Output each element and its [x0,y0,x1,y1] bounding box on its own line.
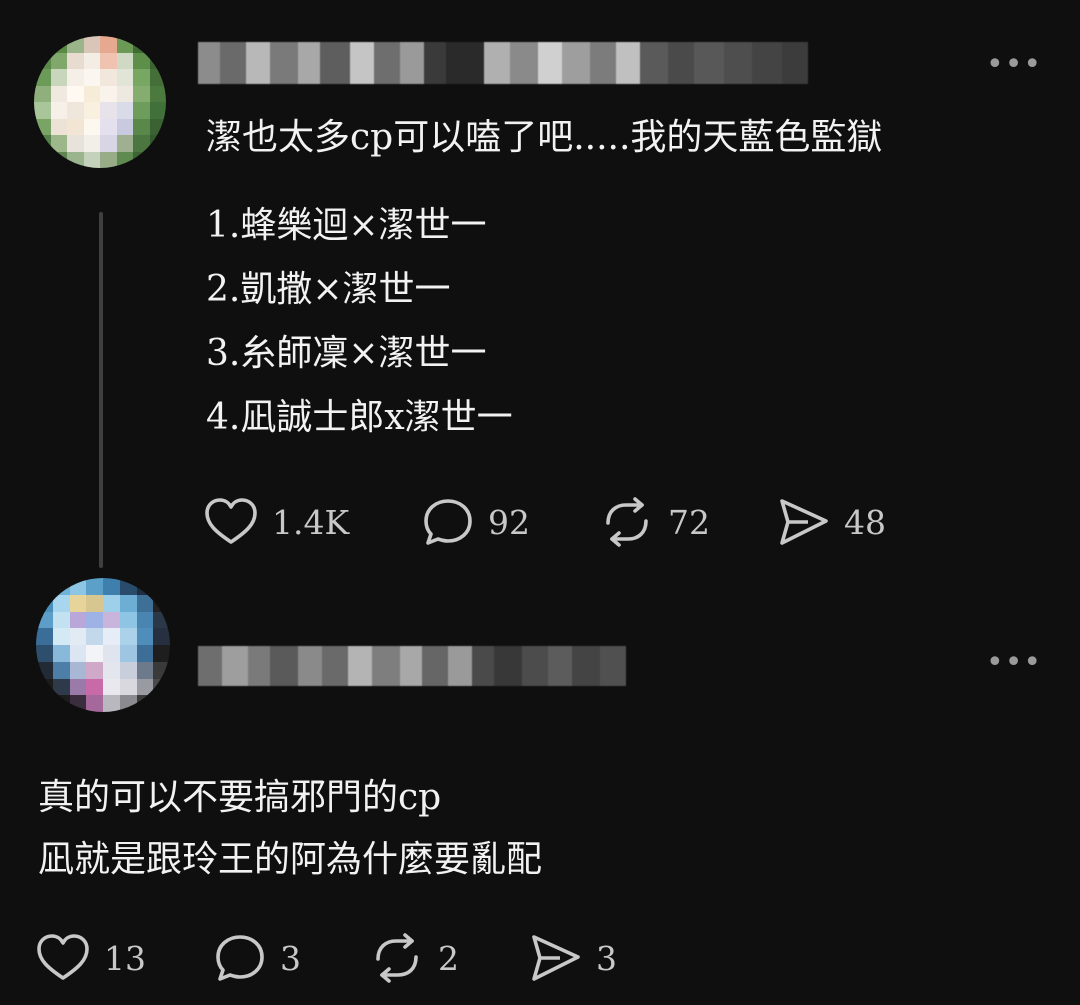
avatar[interactable] [34,36,166,168]
share-button[interactable]: 48 [778,497,918,547]
repost-icon [600,497,654,547]
post-line: 真的可以不要搞邪門的cp [38,777,442,818]
send-icon [530,933,582,983]
comment-icon [214,933,266,983]
username-blurred[interactable] [198,42,808,84]
post-line: 2.凱撒×潔世一 [206,269,451,310]
post-actions: 13 3 2 3 [36,932,650,984]
post-line: 凪就是跟玲王的阿為什麼要亂配 [38,839,543,880]
post-line: 1.蜂樂迴×潔世一 [206,205,487,246]
more-options-icon[interactable]: ••• [986,648,1042,678]
post-actions: 1.4K 92 72 48 [204,496,918,548]
comment-count: 3 [280,938,301,978]
repost-icon [370,933,424,983]
share-count: 3 [596,938,617,978]
heart-icon [204,497,258,547]
share-count: 48 [844,502,886,542]
repost-button[interactable]: 72 [600,497,778,547]
share-button[interactable]: 3 [530,933,650,983]
comment-button[interactable]: 3 [214,933,370,983]
more-options-icon[interactable]: ••• [986,50,1042,80]
like-button[interactable]: 1.4K [204,497,422,547]
repost-button[interactable]: 2 [370,933,530,983]
comment-icon [422,497,474,547]
repost-count: 2 [438,938,459,978]
like-count: 1.4K [272,502,350,542]
username-blurred[interactable] [198,646,626,686]
post-line: 3.糸師凜×潔世一 [206,333,487,374]
comment-count: 92 [488,502,530,542]
post-title: 潔也太多cp可以嗑了吧.....我的天藍色監獄 [206,117,883,158]
heart-icon [36,933,90,983]
comment-button[interactable]: 92 [422,497,600,547]
repost-count: 72 [668,502,710,542]
send-icon [778,497,830,547]
post-line: 4.凪誠士郎x潔世一 [206,397,513,438]
like-count: 13 [104,938,146,978]
thread-line [99,212,103,568]
avatar[interactable] [36,578,170,712]
like-button[interactable]: 13 [36,933,214,983]
